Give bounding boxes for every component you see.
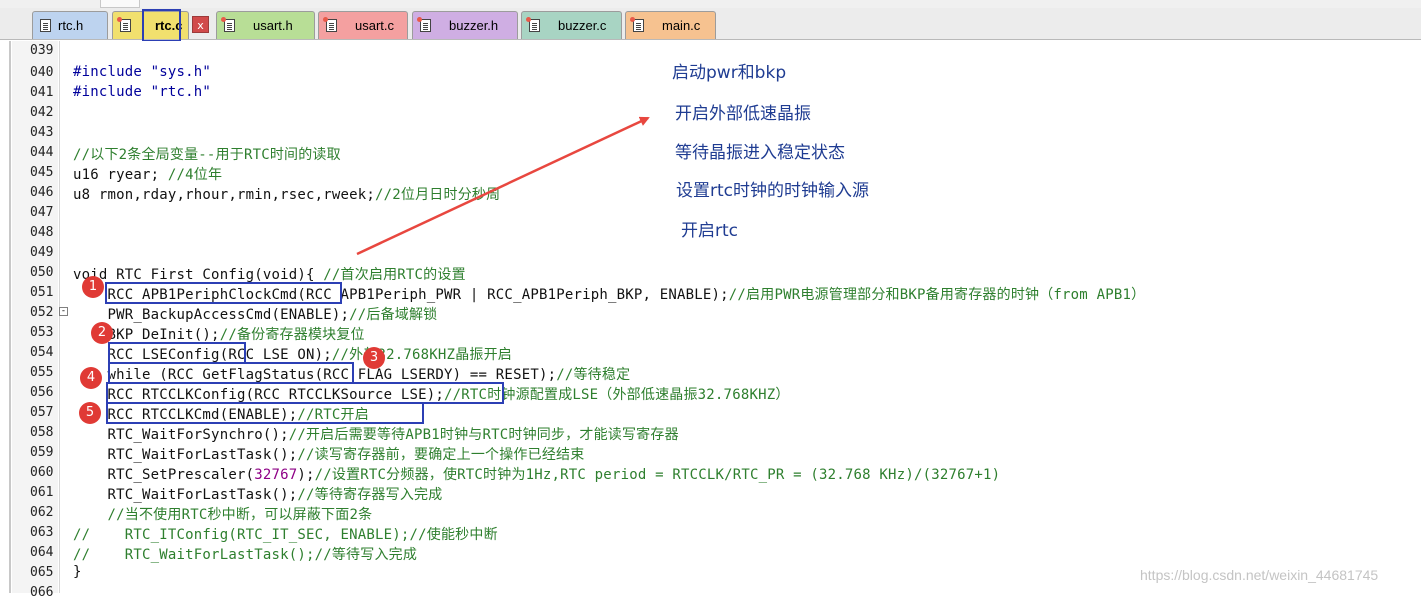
- annotation-note: 等待晶振进入稳定状态: [675, 143, 845, 163]
- annotation-note: 设置rtc时钟的时钟输入源: [676, 181, 870, 201]
- annotation-arrow: [356, 116, 650, 256]
- watermark: https://blog.csdn.net/weixin_44681745: [1140, 567, 1379, 583]
- annotation-note: 启动pwr和bkp: [672, 63, 787, 83]
- annotation-note: 开启rtc: [681, 221, 739, 241]
- annotation-note: 开启外部低速晶振: [675, 104, 811, 124]
